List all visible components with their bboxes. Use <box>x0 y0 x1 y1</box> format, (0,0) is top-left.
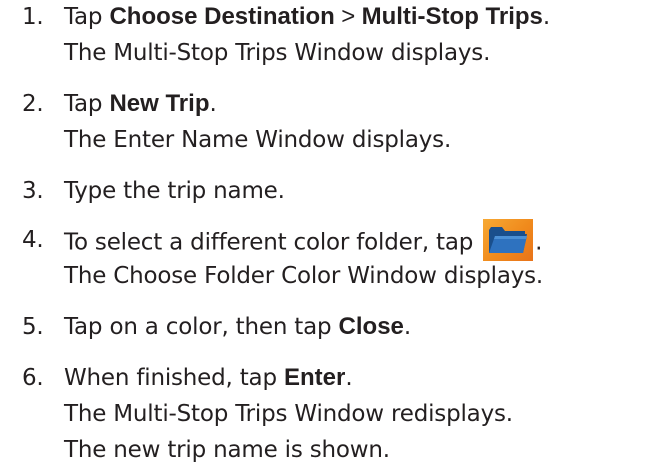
step-number: 2. <box>22 91 44 117</box>
instruction-end: . <box>345 365 353 391</box>
step-instruction: Type the trip name. <box>64 178 285 204</box>
instruction-end: . <box>535 229 543 256</box>
folder-color-button <box>483 219 534 261</box>
step-instruction: Tap Choose Destination > Multi-Stop Trip… <box>64 0 550 35</box>
step-result: The Choose Folder Color Window displays. <box>64 263 544 289</box>
step-number: 4. <box>22 227 44 253</box>
step-instruction: Tap on a color, then tap Close. <box>64 309 411 345</box>
instruction-end: . <box>542 4 551 30</box>
instruction-end: . <box>403 314 412 340</box>
step-instruction: Tap New Trip. <box>64 86 217 122</box>
step-number: 3. <box>22 178 44 204</box>
instruction-text: When finished, tap <box>64 365 284 391</box>
menu-item-choose-destination: Choose Destination <box>109 3 335 30</box>
instruction-text: Tap <box>64 4 110 30</box>
instruction-text: Tap <box>64 91 110 117</box>
step-number: 5. <box>22 314 44 340</box>
instruction-text: To select a different color folder, tap <box>64 229 474 256</box>
step-number: 1. <box>22 4 44 30</box>
blue-folder-icon <box>489 227 528 253</box>
button-name-close: Close <box>338 313 404 340</box>
instruction-end: . <box>209 91 217 117</box>
menu-item-multi-stop-trips: Multi-Stop Trips <box>361 3 543 30</box>
step-result: The Enter Name Window displays. <box>64 127 452 153</box>
instruction-text: Tap on a color, then tap <box>64 314 339 340</box>
step-result: The Multi-Stop Trips Window displays. <box>64 40 491 66</box>
step-result: The Multi-Stop Trips Window redisplays. <box>64 401 513 427</box>
step-instruction: When finished, tap Enter. <box>64 360 353 396</box>
menu-separator: > <box>334 3 362 30</box>
step-result-extra: The new trip name is shown. <box>64 437 390 463</box>
button-name-new-trip: New Trip <box>109 90 210 117</box>
step-number: 6. <box>22 365 44 391</box>
button-name-enter: Enter <box>283 364 346 391</box>
